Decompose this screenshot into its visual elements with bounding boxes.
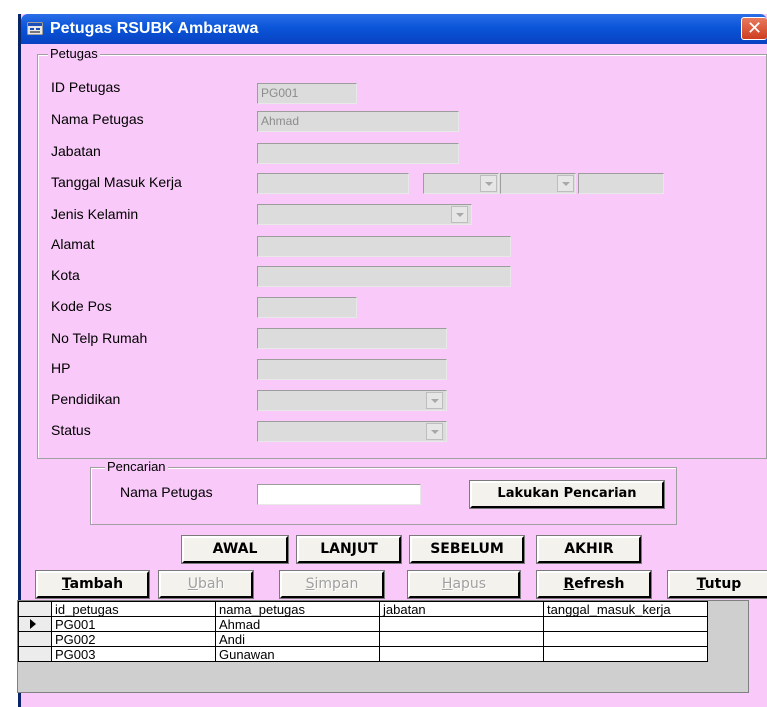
column-header-nama-petugas[interactable]: nama_petugas [215,601,380,617]
search-button[interactable]: Lakukan Pencarian [469,480,665,509]
save-button-hotkey: S [305,576,315,592]
close-button[interactable]: Tutup [667,570,767,599]
cell-jabatan[interactable] [379,646,544,662]
cell-nama-petugas[interactable]: Andi [215,631,380,647]
alamat-label: Alamat [51,236,95,252]
cell-tanggal-masuk-kerja[interactable] [543,631,708,647]
delete-button[interactable]: Hapus [407,570,521,599]
kode-pos-label: Kode Pos [51,298,112,314]
close-button-label: utup [704,576,742,592]
delete-button-hotkey: H [441,576,453,592]
tanggal-year-field[interactable] [578,173,664,194]
status-select[interactable] [257,421,447,442]
id-petugas-field[interactable]: PG001 [257,83,357,104]
pencarian-group-legend: Pencarian [105,459,168,474]
petugas-data-grid[interactable]: id_petugas nama_petugas jabatan tanggal_… [17,600,749,693]
table-row[interactable]: PG001 Ahmad [18,616,708,632]
search-name-label: Nama Petugas [120,484,213,500]
delete-button-label: apus [452,576,487,592]
tanggal-month-dropdown-arrow-icon[interactable] [480,175,497,192]
grid-header-selector[interactable] [18,601,52,617]
edit-button-hotkey: U [187,576,198,592]
tanggal-month-select[interactable] [423,173,499,194]
refresh-button-label: efresh [574,576,625,592]
pendidikan-label: Pendidikan [51,391,121,407]
cell-jabatan[interactable] [379,631,544,647]
no-telp-rumah-field[interactable] [257,328,447,349]
jenis-kelamin-select[interactable] [257,204,472,225]
column-header-jabatan[interactable]: jabatan [379,601,544,617]
form-app-icon [27,22,43,35]
last-record-button[interactable]: AKHIR [536,535,642,564]
add-button-label: ambah [69,576,124,592]
petugas-group-legend: Petugas [48,46,100,61]
cell-nama-petugas[interactable]: Ahmad [215,616,380,632]
edit-button[interactable]: Ubah [158,570,254,599]
refresh-button-hotkey: R [563,576,575,592]
row-selector[interactable] [18,646,52,662]
row-selector[interactable] [18,631,52,647]
close-button-hotkey: T [696,576,705,592]
tanggal-day-select[interactable] [500,173,576,194]
jabatan-field[interactable] [257,143,459,164]
current-row-pointer-icon [30,618,36,629]
kota-field[interactable] [257,266,511,287]
search-name-input[interactable] [257,484,421,505]
cell-tanggal-masuk-kerja[interactable] [543,616,708,632]
save-button-label: impan [314,576,359,592]
status-label: Status [51,422,91,438]
title-bar[interactable]: Petugas RSUBK Ambarawa ✕ [21,14,767,44]
next-record-button[interactable]: LANJUT [296,535,402,564]
pendidikan-select[interactable] [257,390,447,411]
grid-header-row: id_petugas nama_petugas jabatan tanggal_… [18,601,708,617]
jenis-kelamin-label: Jenis Kelamin [51,206,139,222]
id-petugas-label: ID Petugas [51,79,121,95]
window-title: Petugas RSUBK Ambarawa [50,20,259,37]
add-button-hotkey: T [61,576,70,592]
kode-pos-field[interactable] [257,297,357,318]
nama-petugas-field[interactable]: Ahmad [257,111,459,132]
petugas-table: id_petugas nama_petugas jabatan tanggal_… [18,601,708,662]
nama-petugas-label: Nama Petugas [51,111,144,127]
no-telp-rumah-label: No Telp Rumah [51,330,148,346]
cell-id-petugas[interactable]: PG003 [51,646,216,662]
previous-record-button[interactable]: SEBELUM [409,535,525,564]
row-selector[interactable] [18,616,52,632]
alamat-field[interactable] [257,236,511,257]
tanggal-masuk-kerja-field[interactable] [257,173,409,194]
pendidikan-dropdown-arrow-icon[interactable] [426,392,443,409]
close-window-button[interactable]: ✕ [741,17,767,40]
edit-button-label: bah [197,576,225,592]
save-button[interactable]: Simpan [279,570,385,599]
hp-field[interactable] [257,359,447,380]
cell-tanggal-masuk-kerja[interactable] [543,646,708,662]
cell-nama-petugas[interactable]: Gunawan [215,646,380,662]
tanggal-masuk-kerja-label: Tanggal Masuk Kerja [51,174,182,190]
hp-label: HP [51,360,71,376]
kota-label: Kota [51,267,80,283]
add-button[interactable]: Tambah [35,570,150,599]
cell-id-petugas[interactable]: PG001 [51,616,216,632]
cell-jabatan[interactable] [379,616,544,632]
first-record-button[interactable]: AWAL [181,535,289,564]
column-header-tanggal-masuk-kerja[interactable]: tanggal_masuk_kerja [543,601,708,617]
refresh-button[interactable]: Refresh [536,570,652,599]
table-row[interactable]: PG002 Andi [18,631,708,647]
table-row[interactable]: PG003 Gunawan [18,646,708,662]
jenis-kelamin-dropdown-arrow-icon[interactable] [451,206,468,223]
status-dropdown-arrow-icon[interactable] [426,423,443,440]
jabatan-label: Jabatan [51,143,101,159]
cell-id-petugas[interactable]: PG002 [51,631,216,647]
tanggal-day-dropdown-arrow-icon[interactable] [557,175,574,192]
column-header-id-petugas[interactable]: id_petugas [51,601,216,617]
